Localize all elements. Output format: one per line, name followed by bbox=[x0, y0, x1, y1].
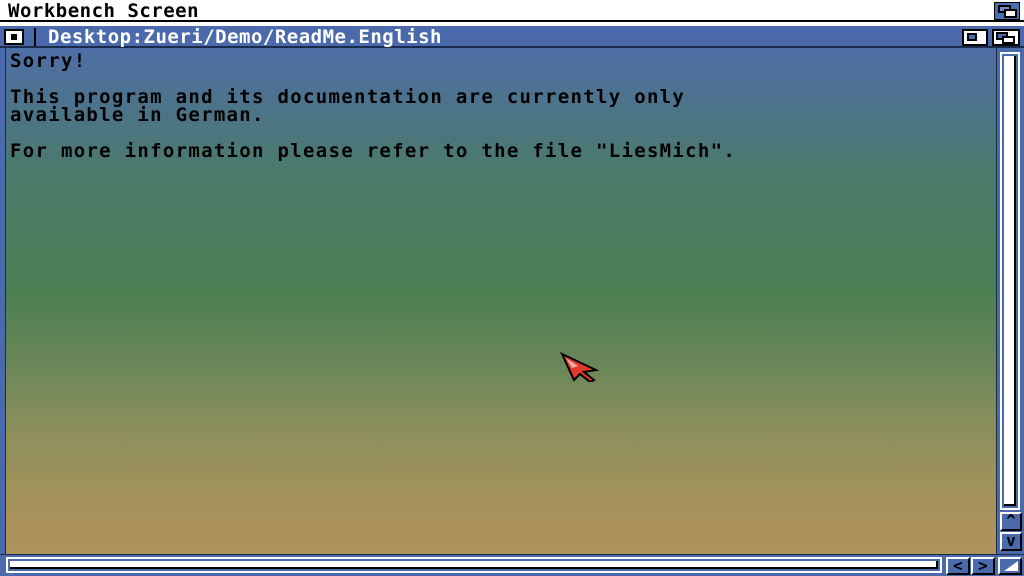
vertical-scrollbar[interactable]: ^ v bbox=[996, 48, 1024, 554]
text-line: Sorry! bbox=[10, 50, 87, 72]
down-arrow-icon: v bbox=[1006, 531, 1016, 550]
horizontal-scrollbar[interactable]: < > bbox=[0, 554, 1024, 576]
title-separator bbox=[34, 28, 36, 46]
scroll-up-button[interactable]: ^ bbox=[1000, 512, 1022, 531]
text-line: For more information please refer to the… bbox=[10, 140, 737, 162]
text-line: available in German. bbox=[10, 104, 265, 126]
screen-depth-icon[interactable] bbox=[994, 2, 1020, 20]
readme-window[interactable]: Desktop:Zueri/Demo/ReadMe.English Sorry!… bbox=[0, 24, 1024, 576]
vertical-scroll-track[interactable] bbox=[1000, 52, 1020, 510]
left-arrow-icon: < bbox=[953, 556, 963, 575]
scroll-left-button[interactable]: < bbox=[946, 557, 970, 575]
up-arrow-icon: ^ bbox=[1006, 511, 1016, 530]
screen-title: Workbench Screen bbox=[8, 0, 200, 22]
scroll-right-button[interactable]: > bbox=[971, 557, 995, 575]
scroll-down-button[interactable]: v bbox=[1000, 532, 1022, 551]
close-icon[interactable] bbox=[4, 29, 24, 45]
zoom-icon[interactable] bbox=[962, 29, 988, 46]
window-title: Desktop:Zueri/Demo/ReadMe.English bbox=[48, 26, 442, 48]
mouse-pointer-icon bbox=[560, 352, 600, 382]
text-content-area[interactable]: Sorry! This program and its documentatio… bbox=[6, 48, 996, 554]
window-title-bar[interactable]: Desktop:Zueri/Demo/ReadMe.English bbox=[0, 24, 1024, 48]
right-arrow-icon: > bbox=[978, 556, 988, 575]
depth-icon[interactable] bbox=[992, 29, 1020, 46]
horizontal-scroll-knob[interactable] bbox=[10, 561, 938, 569]
horizontal-scroll-track[interactable] bbox=[6, 557, 942, 573]
resize-icon[interactable] bbox=[998, 557, 1022, 575]
screen-title-bar[interactable]: Workbench Screen bbox=[0, 0, 1024, 22]
vertical-scroll-knob[interactable] bbox=[1004, 56, 1016, 506]
